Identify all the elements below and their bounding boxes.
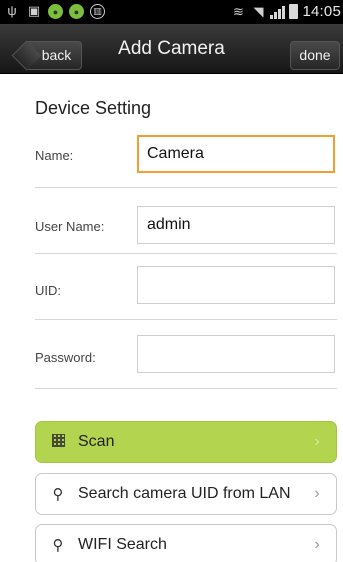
usb-icon: ψ: [7, 3, 17, 18]
uid-label: UID:: [35, 283, 61, 298]
user-name-label: User Name:: [35, 219, 105, 234]
name-label: Name:: [35, 148, 74, 163]
search-icon: ⚲: [52, 537, 64, 554]
chevron-right-icon: ›: [314, 536, 320, 553]
uid-field[interactable]: [137, 266, 335, 304]
status-right-icons: ≋ ◥ 14:05: [230, 3, 341, 20]
password-label: Password:: [35, 350, 96, 365]
divider: [35, 319, 337, 320]
scan-button-label: Scan: [78, 433, 115, 450]
password-field[interactable]: [137, 335, 335, 373]
back-button-label: back: [41, 47, 72, 63]
wifi-search-button[interactable]: ⚲ WIFI Search ›: [35, 524, 337, 562]
name-field[interactable]: Camera: [137, 135, 335, 173]
screenshot-icon: ▣: [27, 3, 41, 18]
search-lan-label: Search camera UID from LAN: [78, 485, 291, 502]
divider: [35, 253, 337, 254]
status-bar: ψ ▣ ● ● ▥ ≋ ◥ 14:05: [0, 0, 343, 24]
search-lan-button[interactable]: ⚲ Search camera UID from LAN ›: [35, 473, 337, 515]
done-button[interactable]: done: [290, 41, 340, 70]
signal-icon: [270, 5, 286, 19]
battery-icon: [289, 4, 299, 19]
user-name-field[interactable]: admin: [137, 206, 335, 244]
app-green-icon: ●: [69, 3, 84, 19]
divider: [35, 187, 337, 188]
section-title: Device Setting: [35, 98, 152, 118]
search-icon: ⚲: [52, 486, 64, 503]
chevron-right-icon: ›: [314, 433, 320, 450]
divider: [35, 388, 337, 389]
app-green-icon: ●: [48, 3, 63, 19]
scan-button[interactable]: Scan ›: [35, 421, 337, 463]
wifi-search-label: WIFI Search: [78, 536, 167, 553]
app-header: Add Camera back done: [0, 24, 343, 74]
status-left-icons: ψ ▣ ● ● ▥: [4, 3, 105, 19]
back-button[interactable]: back: [11, 40, 82, 71]
notification-icon: ▥: [90, 3, 105, 19]
qr-code-icon: [50, 433, 66, 451]
chevron-right-icon: ›: [314, 485, 320, 502]
wifi-icon: ◥: [253, 3, 264, 19]
status-time: 14:05: [302, 3, 341, 20]
nfc-icon: ≋: [233, 3, 244, 19]
